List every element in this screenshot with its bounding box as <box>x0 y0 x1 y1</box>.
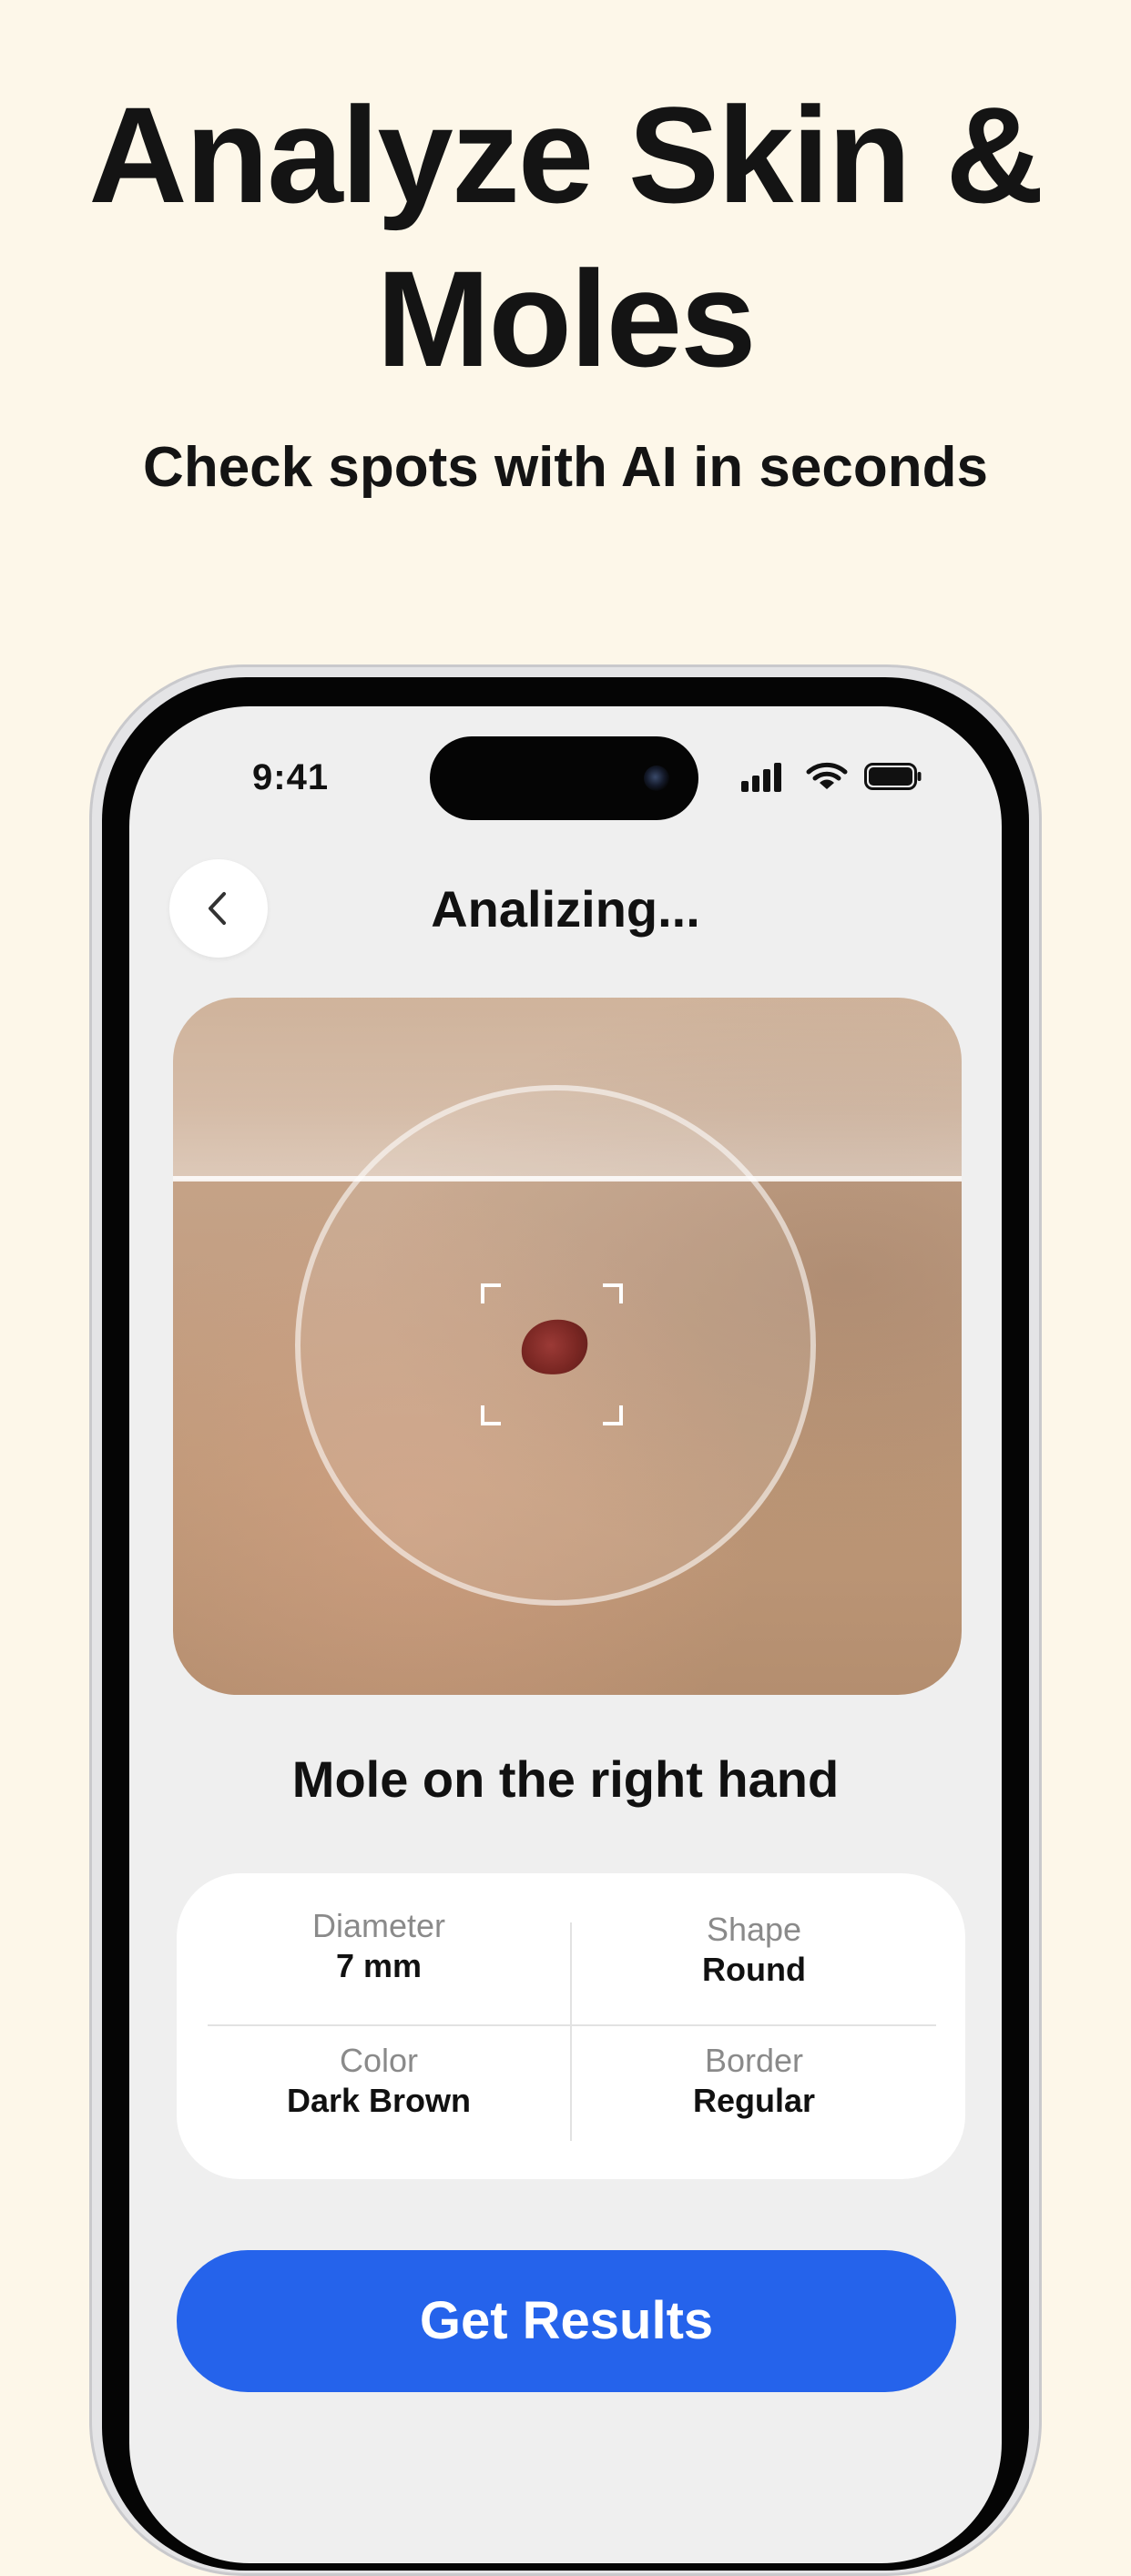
headline-line-2: Moles <box>376 242 756 395</box>
detail-border: Border Regular <box>572 2041 936 2121</box>
marketing-headline: Analyze Skin & Moles <box>0 73 1131 401</box>
detail-label: Border <box>704 2042 804 2079</box>
detail-label: Shape <box>706 1911 802 1948</box>
detail-value: Regular <box>692 2082 816 2119</box>
detail-diameter: Diameter 7 mm <box>197 1906 561 1986</box>
marketing-subheadline: Check spots with AI in seconds <box>143 436 988 499</box>
detail-value: Round <box>702 1951 806 1988</box>
battery-icon <box>864 763 922 790</box>
skin-scan-image <box>173 998 962 1695</box>
wifi-icon <box>806 762 848 789</box>
detail-value: Dark Brown <box>286 2082 472 2119</box>
mole-title: Mole on the right hand <box>291 1750 840 1808</box>
status-time: 9:41 <box>252 757 330 797</box>
detail-shape: Shape Round <box>572 1910 936 1990</box>
headline-line-1: Analyze Skin & <box>88 78 1044 231</box>
dynamic-island <box>430 736 698 820</box>
get-results-button[interactable]: Get Results <box>177 2250 956 2392</box>
front-camera-icon <box>644 766 669 791</box>
detail-color: Color Dark Brown <box>197 2041 561 2121</box>
detail-value: 7 mm <box>335 1947 423 1984</box>
detail-label: Diameter <box>311 1907 446 1944</box>
screen-title: Analizing... <box>431 880 700 938</box>
status-icons <box>741 761 932 792</box>
mole-details-card: Diameter 7 mm Shape Round Color Dark Bro… <box>177 1873 965 2179</box>
detail-label: Color <box>339 2042 419 2079</box>
card-divider-horizontal <box>208 2024 936 2026</box>
focus-brackets-icon <box>481 1283 623 1425</box>
phone-screen: 9:41 Analizing... Mole on the right hand… <box>129 706 1002 2563</box>
